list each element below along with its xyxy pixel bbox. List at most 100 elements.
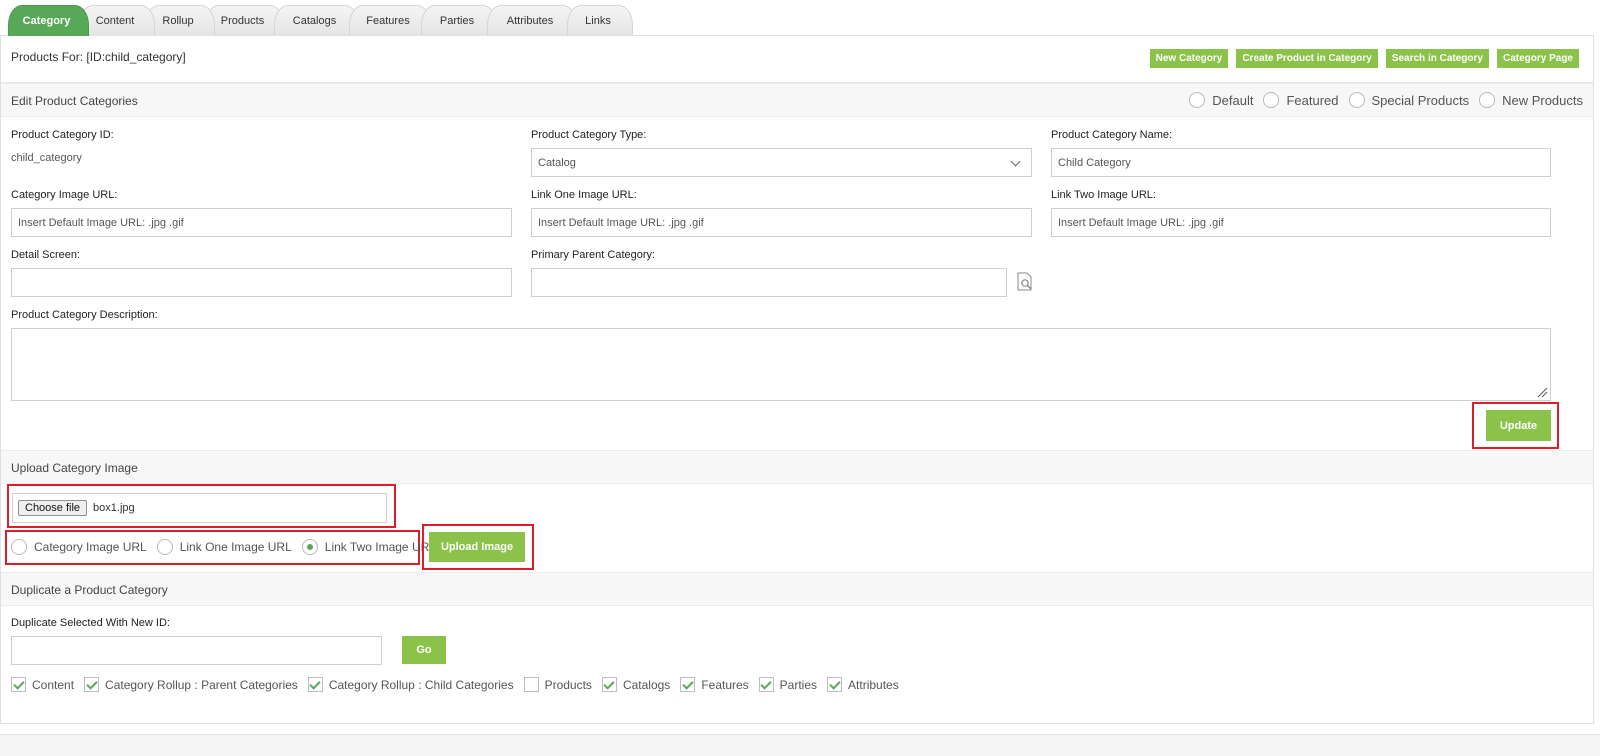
header-actions: New Category Create Product in Category … xyxy=(1149,49,1579,68)
checkbox-checked[interactable] xyxy=(601,677,617,692)
link-one-input[interactable]: Insert Default Image URL: .jpg .gif xyxy=(531,208,1032,237)
radio-label: Link One Image URL xyxy=(179,540,292,554)
category-name-value: Child Category xyxy=(1058,156,1131,169)
update-button[interactable]: Update xyxy=(1486,410,1551,441)
radio-circle-selected[interactable] xyxy=(301,539,318,555)
duplicate-option-parties[interactable]: Parties xyxy=(758,677,818,692)
duplicate-option-features[interactable]: Features xyxy=(680,677,749,692)
radio-featured[interactable]: Featured xyxy=(1263,92,1339,108)
checkbox-label: Category Rollup : Child Categories xyxy=(328,677,514,692)
category-type-select[interactable]: Catalog xyxy=(531,148,1032,177)
tab-rollup[interactable]: Rollup xyxy=(145,5,215,36)
radio-new-products[interactable]: New Products xyxy=(1479,92,1583,108)
view-radio-group: Default Featured Special Products New Pr… xyxy=(1189,92,1583,108)
duplicate-option-category-rollup-child-categories[interactable]: Category Rollup : Child Categories xyxy=(307,677,514,692)
footer-strip xyxy=(0,734,1600,756)
radio-link-one-image-url[interactable]: Link One Image URL xyxy=(156,539,292,555)
radio-circle[interactable] xyxy=(1348,92,1365,108)
parent-category-input[interactable] xyxy=(531,268,1007,297)
radio-circle[interactable] xyxy=(11,539,27,555)
image-url-input[interactable]: Insert Default Image URL: .jpg .gif xyxy=(11,208,512,237)
checkbox-label: Category Rollup : Parent Categories xyxy=(105,677,298,692)
radio-label: Featured xyxy=(1286,92,1339,108)
detail-screen-input[interactable] xyxy=(11,268,512,297)
image-target-radio-group: Category Image URL Link One Image URL Li… xyxy=(11,539,446,555)
checkbox-label: Attributes xyxy=(848,677,899,692)
duplicate-option-content[interactable]: Content xyxy=(11,677,74,692)
checkbox-unchecked[interactable] xyxy=(523,677,539,692)
category-panel: Products For: [ID:child_category] New Ca… xyxy=(0,35,1594,724)
link-one-placeholder: Insert Default Image URL: .jpg .gif xyxy=(538,216,704,229)
tab-catalogs[interactable]: Catalogs xyxy=(274,5,359,36)
search-in-category-button[interactable]: Search in Category xyxy=(1385,49,1489,68)
radio-label: Default xyxy=(1212,92,1254,108)
new-category-button[interactable]: New Category xyxy=(1149,49,1229,68)
radio-link-two-image-url[interactable]: Link Two Image URL xyxy=(301,539,436,555)
radio-category-image-url[interactable]: Category Image URL xyxy=(11,539,147,555)
radio-circle[interactable] xyxy=(1479,92,1496,108)
duplicate-option-category-rollup-parent-categories[interactable]: Category Rollup : Parent Categories xyxy=(84,677,298,692)
resize-handle-icon[interactable] xyxy=(1536,386,1548,398)
checkbox-checked[interactable] xyxy=(680,677,696,692)
tab-links[interactable]: Links xyxy=(567,5,633,36)
upload-section-header: Upload Category Image xyxy=(1,450,1593,484)
header-bar: Products For: [ID:child_category] New Ca… xyxy=(1,36,1593,83)
duplicate-section-title: Duplicate a Product Category xyxy=(11,583,168,597)
checkbox-checked[interactable] xyxy=(758,677,774,692)
tab-content[interactable]: Content xyxy=(79,5,155,36)
checkbox-label: Parties xyxy=(779,677,818,692)
category-name-input[interactable]: Child Category xyxy=(1051,148,1551,177)
duplicate-id-label: Duplicate Selected With New ID: xyxy=(11,617,170,629)
checkbox-label: Products xyxy=(544,677,592,692)
parent-category-label: Primary Parent Category: xyxy=(531,249,656,261)
selected-file-name: box1.jpg xyxy=(93,502,135,514)
checkbox-checked[interactable] xyxy=(307,677,323,692)
radio-circle[interactable] xyxy=(1189,92,1206,108)
radio-special-products[interactable]: Special Products xyxy=(1348,92,1470,108)
tab-attributes[interactable]: Attributes xyxy=(487,5,577,36)
description-textarea[interactable] xyxy=(11,328,1551,401)
lookup-search-icon[interactable] xyxy=(1015,272,1035,292)
tab-parties[interactable]: Parties xyxy=(421,5,497,36)
duplicate-option-catalogs[interactable]: Catalogs xyxy=(601,677,671,692)
choose-file-button[interactable]: Choose file xyxy=(18,500,88,516)
detail-screen-label: Detail Screen: xyxy=(11,249,81,261)
page-title: Products For: [ID:child_category] xyxy=(11,50,186,64)
category-id-label: Product Category ID: xyxy=(11,129,114,141)
link-two-placeholder: Insert Default Image URL: .jpg .gif xyxy=(1058,216,1224,229)
upload-image-button[interactable]: Upload Image xyxy=(429,532,525,562)
link-one-label: Link One Image URL: xyxy=(531,189,637,201)
image-url-placeholder: Insert Default Image URL: .jpg .gif xyxy=(18,216,184,229)
link-two-input[interactable]: Insert Default Image URL: .jpg .gif xyxy=(1051,208,1551,237)
tab-features[interactable]: Features xyxy=(349,5,431,36)
duplicate-option-products[interactable]: Products xyxy=(523,677,592,692)
radio-default[interactable]: Default xyxy=(1189,92,1253,108)
checkbox-checked[interactable] xyxy=(827,677,843,692)
category-type-value: Catalog xyxy=(538,156,576,169)
radio-circle[interactable] xyxy=(156,539,173,555)
description-label: Product Category Description: xyxy=(11,309,158,321)
checkbox-checked[interactable] xyxy=(11,677,26,692)
image-url-label: Category Image URL: xyxy=(11,189,118,201)
tab-category[interactable]: Category xyxy=(8,5,89,36)
category-name-label: Product Category Name: xyxy=(1051,129,1173,141)
duplicate-option-attributes[interactable]: Attributes xyxy=(827,677,899,692)
chevron-down-icon xyxy=(1010,156,1021,167)
create-product-button[interactable]: Create Product in Category xyxy=(1236,49,1378,68)
category-id-value: child_category xyxy=(11,152,82,164)
checkbox-label: Features xyxy=(701,677,749,692)
checkbox-label: Content xyxy=(32,677,75,692)
radio-label: Link Two Image URL xyxy=(324,540,436,554)
edit-section-header: Edit Product Categories Default Featured… xyxy=(1,83,1593,117)
file-chooser[interactable]: Choose file box1.jpg xyxy=(12,493,387,523)
checkbox-label: Catalogs xyxy=(622,677,671,692)
radio-label: Category Image URL xyxy=(34,540,147,554)
category-type-label: Product Category Type: xyxy=(531,129,647,141)
duplicate-id-input[interactable] xyxy=(11,636,382,665)
category-page-button[interactable]: Category Page xyxy=(1496,49,1579,68)
go-button[interactable]: Go xyxy=(402,636,446,664)
tab-products[interactable]: Products xyxy=(205,5,284,36)
radio-circle[interactable] xyxy=(1263,92,1280,108)
radio-label: Special Products xyxy=(1371,92,1470,108)
checkbox-checked[interactable] xyxy=(84,677,100,692)
